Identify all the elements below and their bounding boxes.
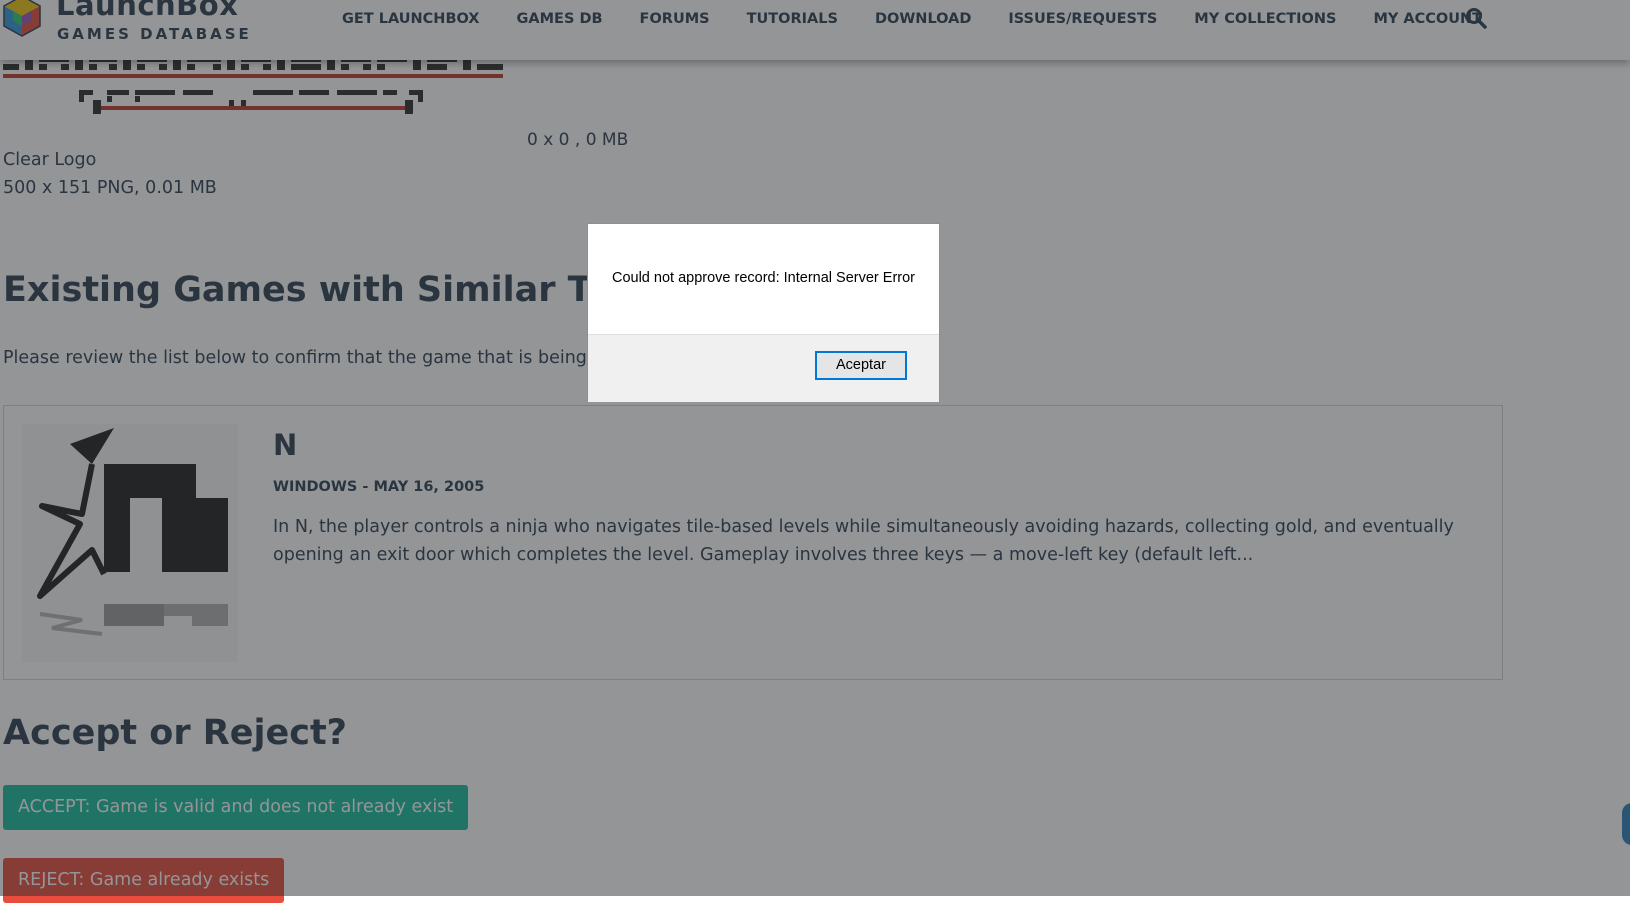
dialog-message: Could not approve record: Internal Serve… [611, 270, 916, 286]
dialog-footer: Aceptar [588, 334, 939, 402]
dialog-ok-button[interactable]: Aceptar [815, 351, 907, 380]
modal-overlay [0, 0, 1630, 896]
alert-dialog: Could not approve record: Internal Serve… [587, 223, 940, 402]
